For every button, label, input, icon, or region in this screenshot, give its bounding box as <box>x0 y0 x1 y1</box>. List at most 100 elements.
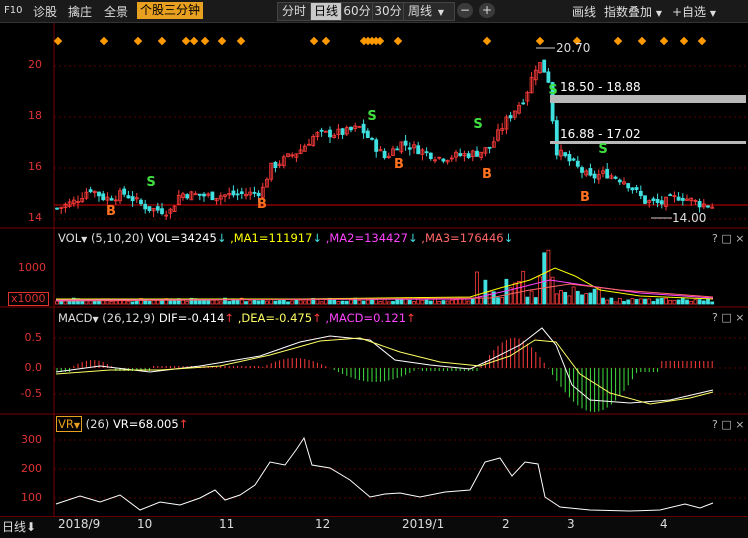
volume-bar <box>592 288 597 305</box>
vol-ma3-value: ,MA3=176446 <box>421 231 504 245</box>
volume-bar <box>357 299 362 305</box>
help-icon[interactable]: ? <box>712 232 718 245</box>
volume-bar <box>365 299 370 305</box>
candle-body <box>109 198 114 201</box>
volume-bar <box>479 297 484 305</box>
event-diamond-icon <box>189 36 199 46</box>
volume-bar <box>290 300 295 305</box>
volume-bar <box>218 301 223 305</box>
sell-signal-label: S <box>548 83 557 98</box>
volume-bar <box>638 298 643 305</box>
event-diamond-icon <box>53 36 63 46</box>
volume-bar <box>55 300 59 305</box>
volume-bar <box>617 297 622 305</box>
candle-body <box>554 120 559 156</box>
close-icon[interactable]: × <box>735 418 744 431</box>
candle-body <box>655 198 660 204</box>
arrow-up-icon: ↑ <box>406 311 416 325</box>
volume-bar <box>286 301 290 305</box>
event-diamond-icon <box>613 36 623 46</box>
macd-indicator-name[interactable]: MACD <box>58 311 92 325</box>
volume-bar <box>273 300 278 305</box>
candle-body <box>428 152 433 160</box>
arrow-down-icon: ↓ <box>312 231 323 245</box>
event-diamond-icon <box>637 36 647 46</box>
volume-bar <box>613 301 618 305</box>
candle-body <box>340 128 345 135</box>
candle-body <box>668 194 673 197</box>
help-icon[interactable]: ? <box>712 311 718 324</box>
price-tick-16: 16 <box>28 160 42 173</box>
buy-sell-signals: B B B B B S S S S S <box>106 83 608 219</box>
volume-bar <box>697 299 702 305</box>
volume-bar <box>559 290 563 305</box>
sell-signal-label: S <box>146 175 155 190</box>
event-diamond-icon <box>309 36 319 46</box>
help-icon[interactable]: ? <box>712 418 718 431</box>
volume-bar <box>344 300 349 305</box>
vol-header: VOL▼ (5,10,20) VOL=34245↓ ,MA1=111917↓ ,… <box>58 231 513 245</box>
event-diamond-icon <box>181 36 191 46</box>
macd-dif-value: DIF=-0.414 <box>158 311 225 325</box>
buy-signal-label: B <box>106 204 116 219</box>
candle-body <box>626 183 631 189</box>
candle-body <box>634 187 639 190</box>
candle-body <box>697 200 702 208</box>
period-selector[interactable]: 日线⬇ <box>2 518 36 535</box>
chevron-down-icon[interactable]: ▼ <box>81 235 87 244</box>
candle-body <box>395 148 400 151</box>
vol-ma1-value: ,MA1=111917 <box>230 231 313 245</box>
volume-bar <box>533 297 538 305</box>
event-diamond-icon <box>659 36 669 46</box>
candle-body <box>416 145 421 155</box>
candle-body <box>122 188 127 195</box>
vr-tick-300: 300 <box>21 433 42 446</box>
volume-bar <box>538 276 542 305</box>
volume-bar <box>655 298 660 305</box>
candle-body <box>252 191 257 194</box>
restore-icon[interactable]: □ <box>721 418 731 431</box>
volume-bar <box>563 291 568 305</box>
date-label: 11 <box>219 517 235 531</box>
chevron-down-icon[interactable]: ▼ <box>92 315 98 324</box>
volume-bar <box>496 297 500 305</box>
price-tick-20: 20 <box>28 58 42 71</box>
vol-ma1-line <box>56 267 714 300</box>
volume-bar <box>588 292 593 305</box>
volume-bar <box>676 299 681 305</box>
volume-bar <box>252 299 257 305</box>
vr-indicator-dropdown[interactable]: VR▼ <box>56 416 83 432</box>
volume-bar <box>634 299 639 305</box>
arrow-down-icon: ↓ <box>216 231 227 245</box>
volume-bar <box>571 286 576 305</box>
macd-tick-0-5: 0.5 <box>24 331 43 344</box>
event-markers <box>53 36 707 46</box>
volume-bars <box>55 249 715 305</box>
restore-icon[interactable]: □ <box>721 232 731 245</box>
event-diamond-icon <box>99 36 109 46</box>
volume-bar <box>504 278 509 305</box>
candle-body <box>88 189 93 193</box>
vol-indicator-name[interactable]: VOL <box>58 231 81 245</box>
volume-bar <box>710 301 715 305</box>
volume-bar <box>307 299 311 305</box>
vol-ma2-line <box>55 279 714 301</box>
vr-params: (26) <box>85 417 110 431</box>
macd-tick-neg-0-5: -0.5 <box>20 387 42 400</box>
restore-icon[interactable]: □ <box>721 311 731 324</box>
macd-dea-value: ,DEA=-0.475 <box>237 311 313 325</box>
volume-bar <box>319 301 324 305</box>
event-diamond-icon <box>679 36 689 46</box>
candle-body <box>588 168 593 176</box>
close-icon[interactable]: × <box>735 311 744 324</box>
buy-signal-label: B <box>482 167 492 182</box>
volume-bar <box>521 270 526 305</box>
volume-bar <box>202 299 206 305</box>
vol-value: VOL=34245 <box>147 231 217 245</box>
buy-signal-label: B <box>257 197 267 212</box>
volume-bar <box>428 300 433 305</box>
candle-body <box>147 206 152 211</box>
candle-body <box>613 176 618 179</box>
candle-body <box>466 153 471 158</box>
close-icon[interactable]: × <box>735 232 744 245</box>
